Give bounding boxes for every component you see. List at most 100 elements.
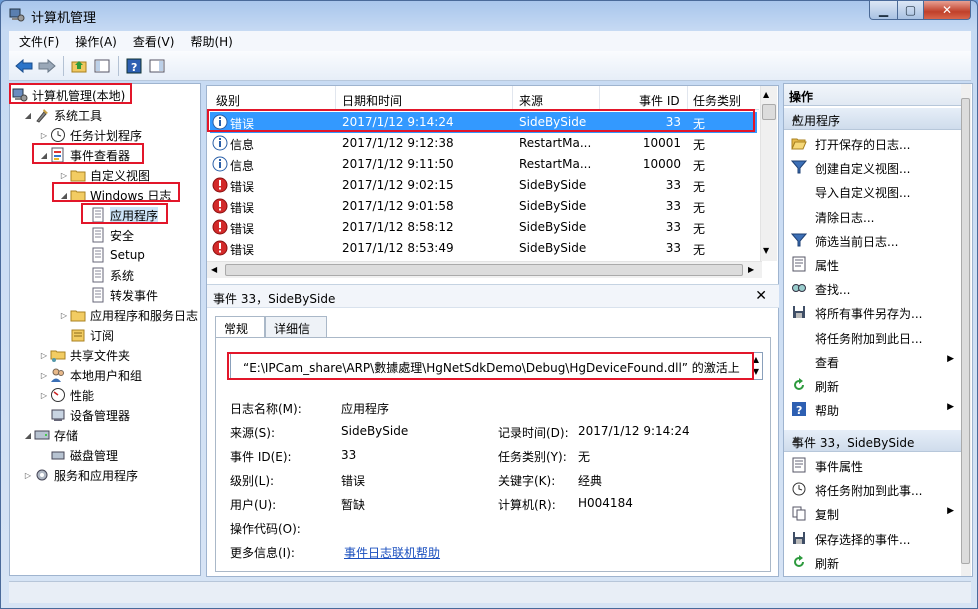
action-item[interactable]: 将任务附加到此事... (784, 477, 962, 501)
horizontal-scroll-thumb[interactable] (225, 264, 743, 276)
forward-button[interactable] (36, 55, 58, 77)
action-item[interactable]: 属性 (784, 252, 962, 276)
action-item[interactable]: 查找... (784, 276, 962, 300)
action-item[interactable]: 打开保存的日志... (784, 131, 962, 155)
menu-view[interactable]: 查看(V) (133, 33, 175, 50)
maximize-button[interactable]: ▢ (897, 1, 924, 20)
scroll-thumb[interactable] (762, 104, 776, 120)
collapsed-arrow-icon[interactable]: ▷ (58, 311, 70, 320)
tree-node[interactable]: ▷ 任务计划程序 (38, 126, 142, 144)
table-row[interactable]: 错误 2017/1/12 8:58:12 SideBySide 无 33 (210, 217, 757, 238)
collapse-icon[interactable]: ▲ (792, 113, 956, 123)
tree-node[interactable]: ▷ 自定义视图 (58, 166, 150, 184)
action-item[interactable]: 将任务附加到此日... (784, 325, 962, 349)
action-item[interactable]: 复制 ▶ (784, 501, 962, 525)
desc-scroll-down-icon[interactable]: ▼ (753, 367, 759, 376)
collapsed-arrow-icon[interactable]: ▷ (38, 131, 50, 140)
column-header-level[interactable]: 级别 (216, 92, 240, 109)
expanded-arrow-icon[interactable]: ◢ (22, 431, 34, 440)
close-button[interactable]: ✕ (923, 1, 971, 20)
actions-section-log[interactable]: 应用程序 ▲ (784, 108, 962, 130)
tree-node[interactable]: ◢ 系统工具 (22, 106, 102, 124)
action-item[interactable]: 导入自定义视图... (784, 179, 962, 203)
up-level-button[interactable] (68, 55, 90, 77)
collapsed-arrow-icon[interactable]: ▷ (38, 391, 50, 400)
action-item[interactable]: ? 帮助 ▶ (784, 397, 962, 421)
menu-action[interactable]: 操作(A) (75, 33, 117, 50)
tree-node[interactable]: ▷ 共享文件夹 (38, 346, 130, 364)
scroll-left-icon[interactable]: ◀ (211, 265, 217, 274)
scroll-up-icon[interactable]: ▲ (763, 90, 769, 99)
back-button[interactable] (13, 55, 35, 77)
table-row[interactable]: 错误 2017/1/12 9:02:15 SideBySide 无 33 (210, 175, 757, 196)
tree-node[interactable]: 应用程序 (78, 206, 159, 224)
expanded-arrow-icon[interactable]: ◢ (22, 111, 34, 120)
collapsed-arrow-icon[interactable]: ▷ (38, 351, 50, 360)
column-divider[interactable] (335, 86, 336, 110)
tree-node[interactable]: ◢ 事件查看器 (38, 146, 130, 164)
column-header-datetime[interactable]: 日期和时间 (342, 92, 402, 109)
online-help-link[interactable]: 事件日志联机帮助 (344, 544, 440, 561)
tree-node[interactable]: ▷ 应用程序和服务日志 (58, 306, 198, 324)
actions-scrollbar[interactable] (961, 84, 971, 576)
tree-node[interactable]: 设备管理器 (38, 406, 130, 424)
tree-node[interactable]: ▷ 性能 (38, 386, 94, 404)
collapsed-arrow-icon[interactable]: ▷ (38, 371, 50, 380)
tree-node[interactable]: 安全 (78, 226, 134, 244)
action-item[interactable]: 保存选择的事件... (784, 526, 962, 550)
scroll-down-icon[interactable]: ▼ (763, 246, 769, 255)
scroll-right-icon[interactable]: ▶ (748, 265, 754, 274)
column-header-source[interactable]: 来源 (519, 92, 543, 109)
grid-vertical-scrollbar[interactable]: ▲ ▼ (760, 86, 777, 261)
tree-node[interactable]: 计算机管理(本地) (12, 86, 125, 104)
tab-general[interactable]: 常规 (215, 316, 265, 338)
table-row[interactable]: 信息 2017/1/12 9:12:38 RestartMa... 无 10001 (210, 133, 757, 154)
action-item[interactable]: 刷新 (784, 550, 962, 574)
table-row[interactable]: 错误 2017/1/12 8:53:49 SideBySide 无 33 (210, 238, 757, 259)
collapsed-arrow-icon[interactable]: ▷ (22, 471, 34, 480)
show-hide-action-pane-button[interactable] (146, 55, 168, 77)
column-header-task-category[interactable]: 任务类别 (693, 92, 741, 109)
action-item[interactable]: 将所有事件另存为... (784, 300, 962, 324)
action-item[interactable]: 刷新 (784, 373, 962, 397)
menu-file[interactable]: 文件(F) (19, 33, 59, 50)
log-icon (90, 267, 106, 283)
tree-node[interactable]: ▷ 服务和应用程序 (22, 466, 138, 484)
event-id-value: 33 (341, 448, 357, 462)
tree-node[interactable]: ◢ 存储 (22, 426, 78, 444)
minimize-button[interactable]: ▁ (869, 1, 898, 20)
show-hide-tree-button[interactable] (91, 55, 113, 77)
actions-scroll-thumb[interactable] (961, 98, 970, 564)
column-divider[interactable] (687, 86, 688, 110)
grid-horizontal-scrollbar[interactable]: ◀ ▶ (207, 261, 762, 278)
tree-node[interactable]: Setup (78, 246, 145, 264)
action-item[interactable]: 查看 ▶ (784, 349, 962, 373)
expanded-arrow-icon[interactable]: ◢ (58, 191, 70, 200)
column-divider[interactable] (512, 86, 513, 110)
action-item[interactable]: 筛选当前日志... (784, 228, 962, 252)
desc-scroll-up-icon[interactable]: ▲ (753, 355, 759, 364)
menu-help[interactable]: 帮助(H) (190, 33, 232, 50)
tree-node[interactable]: ▷ 本地用户和组 (38, 366, 142, 384)
column-divider[interactable] (599, 86, 600, 110)
tree-node[interactable]: 转发事件 (78, 286, 158, 304)
tree-node[interactable]: 订阅 (58, 326, 114, 344)
expanded-arrow-icon[interactable]: ◢ (38, 151, 50, 160)
tree-node[interactable]: ◢ Windows 日志 (58, 186, 171, 204)
collapsed-arrow-icon[interactable]: ▷ (58, 171, 70, 180)
collapse-icon[interactable]: ▲ (792, 435, 956, 445)
actions-section-event[interactable]: 事件 33，SideBySide ▲ (784, 430, 962, 452)
tree-node[interactable]: 系统 (78, 266, 134, 284)
table-row[interactable]: 错误 2017/1/12 9:14:24 SideBySide 无 33 (210, 112, 757, 133)
table-row[interactable]: 错误 2017/1/12 9:01:58 SideBySide 无 33 (210, 196, 757, 217)
help-button[interactable]: ? (123, 55, 145, 77)
action-item[interactable]: 事件属性 (784, 453, 962, 477)
action-item[interactable]: 清除日志... (784, 204, 962, 228)
tree-node[interactable]: 磁盘管理 (38, 446, 118, 464)
table-row[interactable]: 信息 2017/1/12 9:11:50 RestartMa... 无 10000 (210, 154, 757, 175)
column-header-event-id[interactable]: 事件 ID (639, 92, 680, 109)
close-detail-icon[interactable]: ✕ (755, 288, 767, 304)
event-description-box[interactable]: “E:\IPCam_share\ARP\數據處理\HgNetSdkDemo\De… (230, 352, 763, 380)
tab-details[interactable]: 详细信息 (265, 316, 327, 353)
action-item[interactable]: 创建自定义视图... (784, 155, 962, 179)
